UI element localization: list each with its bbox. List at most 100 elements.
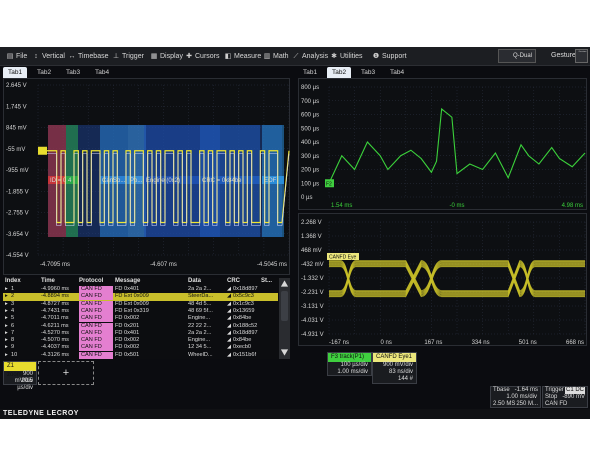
- trigger-mode: Stop: [545, 394, 558, 400]
- y-axis-label: -955 mV: [6, 168, 29, 174]
- y-axis-label: 100 µs: [301, 181, 319, 187]
- left-tab-1[interactable]: Tab1: [3, 67, 28, 78]
- y-axis-label: 500 µs: [301, 126, 319, 132]
- menu-timebase[interactable]: ↔ Timebase: [68, 51, 109, 62]
- column-header[interactable]: Time: [41, 278, 55, 284]
- y-axis-label: 600 µs: [301, 113, 319, 119]
- display-mode-button[interactable]: Q-Dual: [498, 49, 536, 63]
- right-tab-2[interactable]: Tab2: [327, 67, 352, 78]
- eye-tag-label: CANFD Eye: [329, 255, 356, 261]
- trigger-icon: ⊥: [112, 53, 120, 60]
- menu-utilities[interactable]: ✱ Utilities: [330, 51, 363, 62]
- z1-zoom-descriptor[interactable]: Z1 zoom(M1) 900 mV/div 20.5 µs/div: [3, 361, 37, 391]
- column-header[interactable]: Message: [115, 278, 140, 284]
- eye-diagram-panel[interactable]: 2.268 V 1.368 V 468 mV -432 mV -1.332 V -2.23…: [298, 213, 587, 346]
- track-trend-plot: 800 µs 700 µs 600 µs 500 µs 400 µs 300 µs 200 …: [301, 85, 586, 209]
- menu-support[interactable]: ❶ Support: [372, 51, 407, 62]
- timebase-scale: 1.00 ms/div: [506, 394, 537, 400]
- add-descriptor-button[interactable]: +: [38, 361, 94, 385]
- left-tab-3[interactable]: Tab3: [61, 67, 85, 78]
- table-row[interactable]: ▸ 10 -4.3126 ms CAN FD FD 0x501 WheelD... ◢ 0x1…: [3, 351, 278, 360]
- column-header[interactable]: Index: [5, 278, 21, 284]
- left-tab-4[interactable]: Tab4: [90, 67, 114, 78]
- utilities-icon: ✱: [331, 53, 337, 60]
- left-tab-strip: Tab1 Tab2 Tab3 Tab4: [3, 67, 293, 78]
- menu-trigger[interactable]: ⊥ Trigger: [112, 51, 144, 62]
- track-trend-panel[interactable]: 800 µs 700 µs 600 µs 500 µs 400 µs 300 µs 200 …: [298, 78, 587, 210]
- scroll-thumb[interactable]: [281, 291, 288, 321]
- trigger-descriptor[interactable]: Trigger C1 DC Stop -890 mV CAN FD: [542, 386, 588, 408]
- menu-measure[interactable]: ◧ Measure: [224, 51, 262, 62]
- f3-horizontal-scale: 1.00 ms/div: [337, 369, 368, 375]
- column-header[interactable]: St...: [261, 278, 272, 284]
- table-scrollbar[interactable]: [279, 278, 290, 359]
- gesture-label: Gesture: [551, 52, 576, 59]
- menu-label: Measure: [234, 53, 262, 60]
- z1-title: Z1 zoom(M1): [4, 362, 36, 378]
- menu-label: Cursors: [195, 53, 220, 60]
- eye-horizontal-scale: 83 ns/div: [388, 369, 413, 375]
- x-axis-label: -4.5045 ms: [257, 262, 287, 268]
- menu-label: File: [16, 53, 28, 60]
- menu-cursors[interactable]: ✚ Cursors: [185, 51, 220, 62]
- table-cell-protocol: CAN FD: [79, 286, 113, 293]
- footer-bar: [0, 409, 590, 419]
- f3-marker-label: F2: [326, 181, 332, 187]
- table-cell-crc: 0x151b6f: [233, 351, 257, 358]
- left-tab-2[interactable]: Tab2: [32, 67, 56, 78]
- menu-label: Math: [273, 53, 289, 60]
- x-axis-label: -167 ns: [329, 340, 349, 346]
- x-axis-label: -4.607 ms: [150, 262, 177, 268]
- y-axis-label: 2.268 V: [301, 220, 322, 226]
- y-axis-label: 700 µs: [301, 99, 319, 105]
- trigger-title: Trigger: [545, 387, 564, 393]
- column-header[interactable]: Protocol: [79, 278, 103, 284]
- menu-label: Display: [160, 53, 183, 60]
- right-tab-3[interactable]: Tab3: [356, 67, 380, 78]
- decode-table-body: ▸ 1 -4.9960 ms CAN FD FD 0x401 2a 2a 2... ◢ 0x1…: [3, 286, 278, 359]
- table-cell-index: 10: [11, 351, 18, 358]
- f3-vertical-scale: 100 µs/div: [340, 362, 368, 368]
- y-axis-label: -2.231 V: [301, 290, 324, 296]
- x-axis-label: 501 ns: [519, 340, 537, 346]
- trigger-source-badge: C1 DC: [564, 387, 585, 394]
- table-cell-protocol: CAN FD: [79, 329, 113, 337]
- menu-math[interactable]: ▥ Math: [263, 51, 289, 62]
- x-axis-label: 1.54 ms: [331, 203, 352, 209]
- y-axis-label: -4.031 V: [301, 318, 324, 324]
- trigger-type: CAN FD: [545, 401, 568, 407]
- right-tab-4[interactable]: Tab4: [385, 67, 409, 78]
- table-cell-protocol: CAN FD: [79, 315, 113, 323]
- y-axis-label: -1.855 V: [6, 189, 29, 195]
- f3-track-descriptor[interactable]: F3 track(P1) 100 µs/div 1.00 ms/div: [327, 352, 372, 376]
- column-header[interactable]: CRC: [227, 278, 240, 284]
- x-axis-label: 0 ns: [381, 340, 392, 346]
- y-axis-label: -3.654 V: [6, 232, 29, 238]
- menu-file[interactable]: ▤ File: [6, 51, 28, 62]
- right-tab-1[interactable]: Tab1: [298, 67, 322, 78]
- crc-ok-icon: ◢: [227, 351, 232, 358]
- eye-count: 144 #: [397, 376, 413, 382]
- timebase-descriptor[interactable]: Tbase -1.64 ms 1.00 ms/div 2.50 MS 250 M…: [490, 386, 541, 408]
- measure-icon: ◧: [224, 53, 232, 60]
- scroll-up-icon[interactable]: [280, 280, 289, 287]
- menu-vertical[interactable]: ↕ Vertical: [32, 51, 65, 62]
- menu-analysis[interactable]: ⟋ Analysis: [292, 51, 329, 62]
- menu-display[interactable]: ▦ Display: [150, 51, 183, 62]
- eye-diagram-plot: 2.268 V 1.368 V 468 mV -432 mV -1.332 V -2.23…: [301, 220, 586, 346]
- expand-row-icon[interactable]: ▸: [5, 352, 8, 360]
- gesture-toggle-button[interactable]: Gesture: [575, 49, 588, 63]
- table-cell-message: FD 0x501: [115, 351, 140, 358]
- y-axis-label: -432 mV: [301, 262, 324, 268]
- zoom-waveform-panel[interactable]: 2.645 V 1.745 V 845 mV -55 mV -955 mV -1.855 …: [3, 78, 290, 275]
- brand-logo: TELEDYNE LECROY: [3, 410, 79, 417]
- y-axis-label: 1.745 V: [6, 104, 27, 110]
- y-axis-label: -4.554 V: [6, 253, 29, 259]
- decode-table[interactable]: Index Time Protocol Message Data CRC St... ▸ 1-…: [3, 278, 290, 359]
- column-header[interactable]: Data: [188, 278, 201, 284]
- x-axis-label: 167 ns: [424, 340, 442, 346]
- scroll-down-icon[interactable]: [280, 349, 289, 356]
- table-cell-data: WheelD...: [188, 351, 213, 358]
- eye-descriptor[interactable]: CANFD Eye1 900 mV/div 83 ns/div 144 #: [372, 352, 417, 384]
- decode-frame-label: CanSp...: [102, 178, 126, 184]
